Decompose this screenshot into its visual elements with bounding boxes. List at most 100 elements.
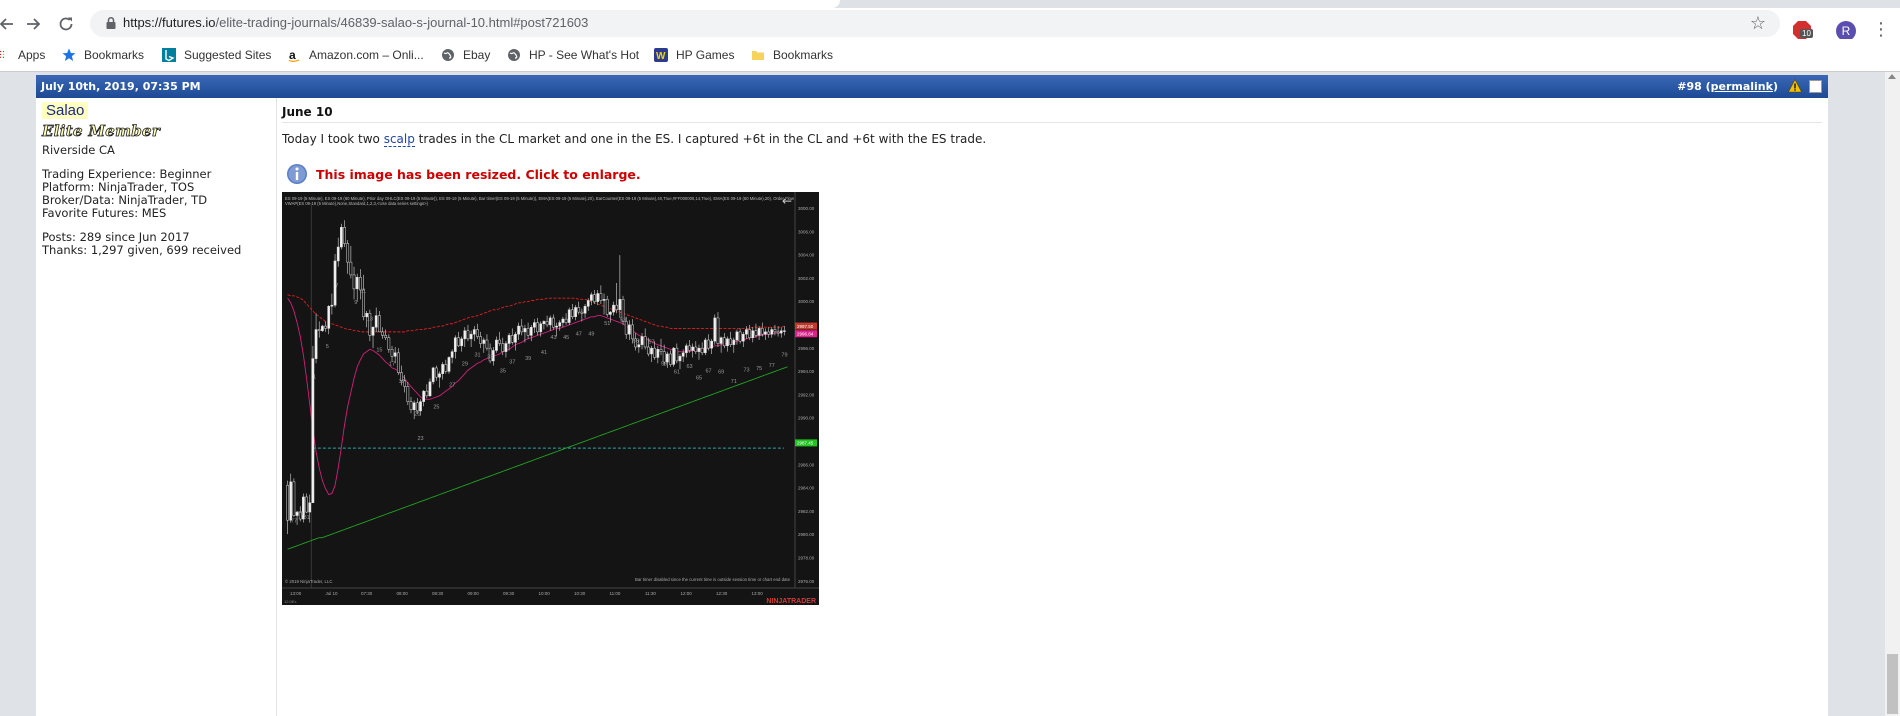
- time-tick-label: 07:30: [361, 591, 373, 596]
- post-text: Today I took two scalp trades in the CL …: [282, 132, 986, 147]
- bar-count-label: 15: [376, 348, 382, 354]
- post-select-checkbox[interactable]: [1809, 80, 1822, 93]
- candle-body: [599, 293, 603, 301]
- candle-body: [377, 315, 381, 333]
- bar-count-label: 43: [550, 335, 556, 341]
- chart-back-arrow-icon: ←: [782, 194, 792, 208]
- candle-body: [571, 309, 574, 318]
- globe-icon: [442, 49, 454, 61]
- candle-body: [327, 306, 331, 329]
- bookmark-label: Suggested Sites: [184, 48, 272, 62]
- time-tick-label: 09:00: [468, 591, 480, 596]
- bing-icon: [162, 48, 176, 62]
- candle-body: [631, 324, 634, 340]
- chart-copyright: © 2019 NinjaTrader, LLC: [285, 579, 332, 584]
- price-tick-label: 3000.00: [798, 206, 815, 211]
- reload-icon: [59, 17, 73, 31]
- scalp-glossary-link[interactable]: scalp: [383, 132, 415, 147]
- candle-body: [393, 352, 397, 357]
- bookmark-star-icon[interactable]: ☆: [1750, 13, 1766, 34]
- amazon-icon: a: [288, 48, 300, 62]
- candle-body: [340, 227, 343, 248]
- candle-body: [444, 364, 448, 372]
- price-tick-label: 2990.00: [798, 416, 815, 421]
- bookmark-folder-bookmarks[interactable]: Bookmarks: [751, 47, 833, 63]
- time-tick-label: 13:00: [752, 591, 764, 596]
- tab-strip: [0, 0, 1900, 8]
- reload-button[interactable]: [54, 12, 78, 36]
- image-resize-notice[interactable]: This image has been resized. Click to en…: [286, 162, 641, 186]
- candle-body: [605, 299, 609, 315]
- candle-body: [466, 330, 470, 340]
- bookmark-bookmarks[interactable]: Bookmarks: [62, 47, 144, 63]
- candle-body: [308, 502, 312, 513]
- price-tick-label: 3006.00: [798, 229, 815, 234]
- post-title-divider: [282, 122, 1822, 123]
- bar-count-label: 25: [433, 405, 439, 411]
- time-tick-label: 08:30: [432, 591, 444, 596]
- candle-body: [583, 306, 587, 314]
- price-marker-label: 2987.45: [797, 441, 814, 446]
- bookmark-amazon[interactable]: a Amazon.com – Onli...: [287, 47, 424, 63]
- bar-count-label: 9: [354, 300, 357, 306]
- price-chart: ES 09-19 (5 Minute), ES 09-19 (60 Minute…: [282, 192, 819, 605]
- candle-body: [773, 329, 777, 333]
- bookmark-ebay[interactable]: Ebay: [441, 47, 490, 63]
- profile-avatar[interactable]: R: [1836, 21, 1856, 41]
- page-scrollbar[interactable]: [1885, 72, 1900, 716]
- address-bar[interactable]: https://futures.io/elite-trading-journal…: [90, 10, 1780, 37]
- user-platform: Platform: NinjaTrader, TOS: [42, 180, 195, 194]
- candle-body: [495, 339, 498, 351]
- time-tick-label: 10:00: [539, 591, 551, 596]
- chart-image[interactable]: ES 09-19 (5 Minute), ES 09-19 (60 Minute…: [282, 192, 819, 605]
- bar-count-label: 21: [414, 412, 420, 418]
- candle-body: [703, 339, 707, 354]
- bookmark-hp-games[interactable]: W HP Games: [654, 47, 734, 63]
- chart-background: [282, 192, 819, 605]
- bar-count-label: 61: [674, 370, 680, 376]
- candle-body: [387, 337, 391, 350]
- time-tick-label: 11:00: [610, 591, 621, 596]
- candle-body: [305, 496, 308, 513]
- bar-count-label: 1: [313, 374, 316, 380]
- price-tick-label: 2992.00: [798, 392, 815, 397]
- candle-body: [292, 481, 296, 516]
- bookmark-hp-see-whats-hot[interactable]: HP - See What's Hot: [507, 47, 639, 63]
- back-arrow-icon: [0, 18, 13, 30]
- bookmark-label: HP Games: [676, 48, 735, 62]
- candle-body: [381, 331, 384, 336]
- forward-button[interactable]: [22, 12, 46, 36]
- scrollbar-thumb[interactable]: [1887, 654, 1898, 714]
- candle-body: [751, 330, 755, 338]
- scroll-up-arrow-icon[interactable]: [1888, 74, 1896, 79]
- user-broker: Broker/Data: NinjaTrader, TD: [42, 193, 208, 207]
- user-rank: Elite Member: [42, 122, 161, 141]
- time-tick-label: 12:00: [681, 591, 693, 596]
- active-tab[interactable]: [0, 0, 840, 8]
- report-warning-icon[interactable]: [1788, 79, 1802, 93]
- bar-count-label: 79: [297, 512, 303, 518]
- candle-body: [760, 328, 764, 335]
- user-info-panel: Salao Elite Member Riverside CA Trading …: [36, 98, 277, 716]
- candle-body: [776, 331, 780, 334]
- candle-body: [289, 481, 293, 521]
- candle-body: [646, 346, 650, 355]
- candle-body: [590, 294, 593, 301]
- candle-body: [732, 339, 736, 345]
- page-content: July 10th, 2019, 07:35 PM #98 (permalink…: [0, 72, 1885, 716]
- candle-body: [580, 311, 584, 314]
- permalink-link[interactable]: permalink: [1711, 80, 1773, 93]
- bar-count-label: 75: [756, 366, 762, 372]
- candle-body: [767, 331, 770, 335]
- post-date: July 10th, 2019, 07:35 PM: [41, 80, 201, 93]
- username-link[interactable]: Salao: [42, 102, 89, 119]
- bookmark-apps[interactable]: Apps: [0, 47, 45, 63]
- candle-body: [469, 333, 473, 340]
- bookmark-suggested-sites[interactable]: Suggested Sites: [162, 47, 271, 63]
- candle-body: [422, 390, 426, 402]
- svg-text:W: W: [656, 51, 666, 62]
- bar-count-label: 55: [633, 338, 639, 344]
- bar-count-label: 77: [291, 519, 297, 525]
- back-button[interactable]: [0, 12, 18, 36]
- forum-post: July 10th, 2019, 07:35 PM #98 (permalink…: [36, 75, 1828, 716]
